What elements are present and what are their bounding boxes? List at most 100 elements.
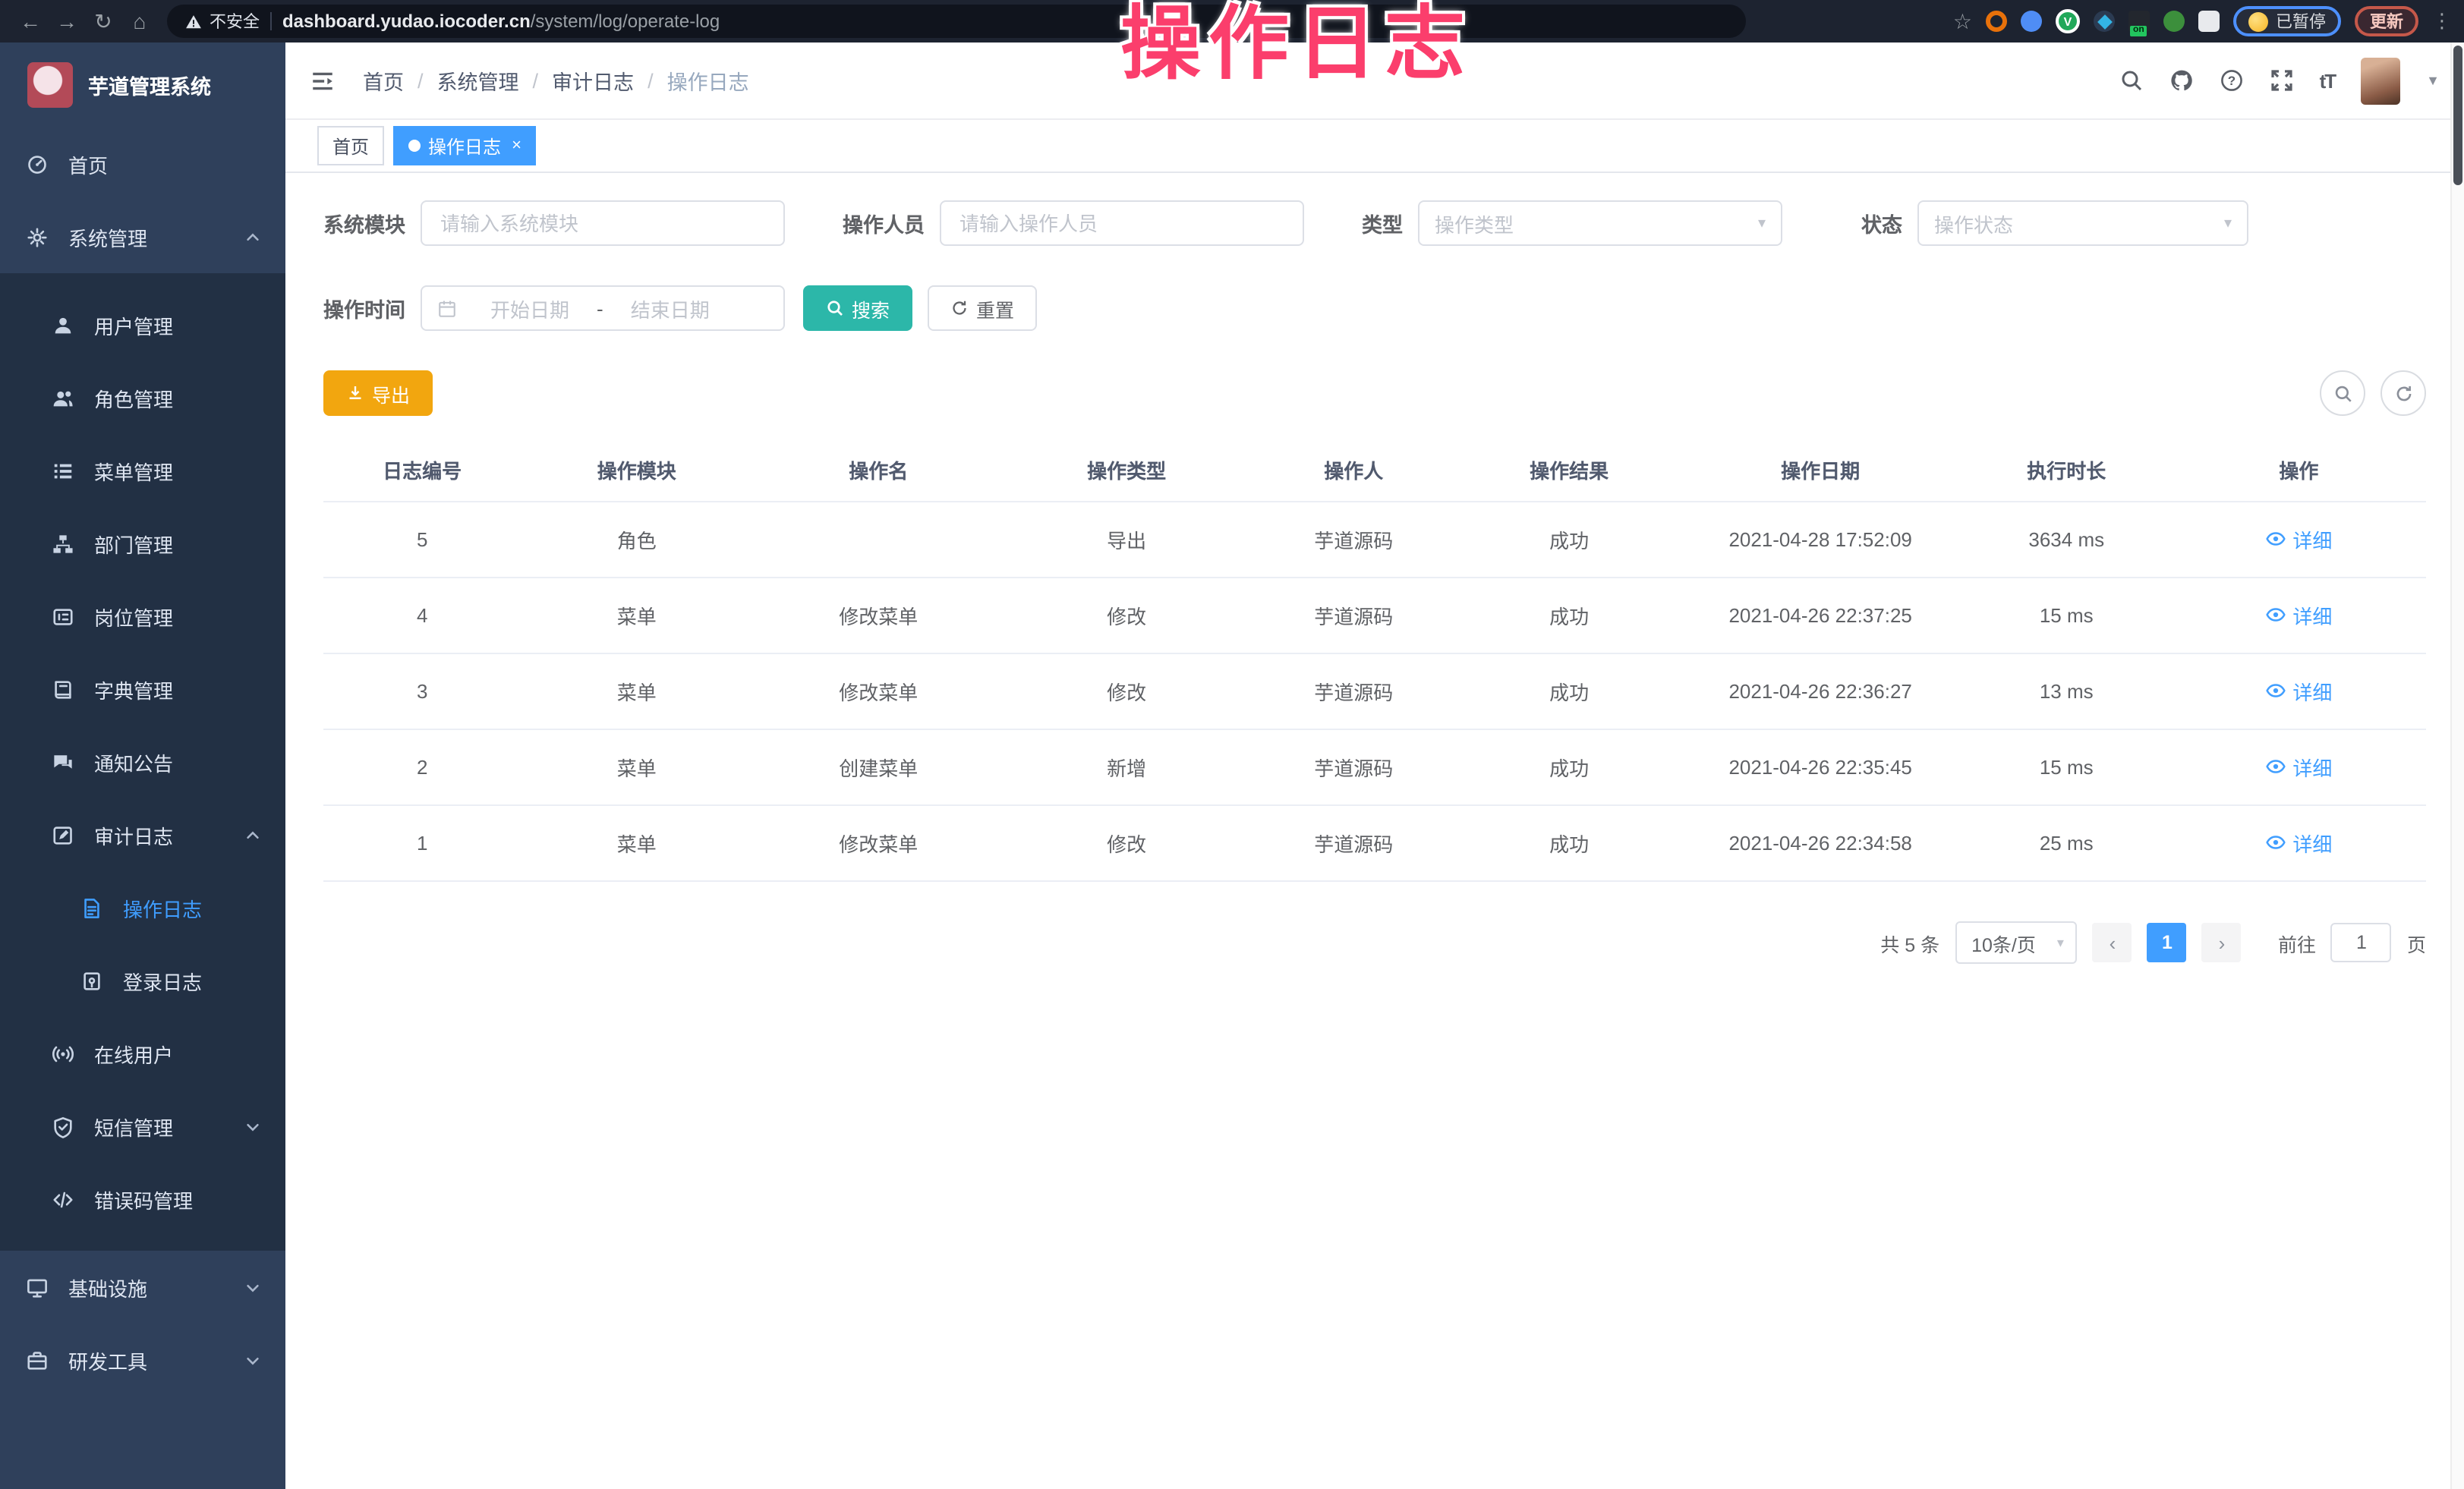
sidebar-item-label: 通知公告 — [94, 748, 173, 776]
browser-address-bar[interactable]: 不安全 dashboard.yudao.iocoder.cn/system/lo… — [167, 5, 1746, 38]
sidebar-item-error-code-management[interactable]: 错误码管理 — [0, 1163, 285, 1236]
extension-orange-icon[interactable] — [1986, 11, 2007, 32]
dev-tools-icon — [26, 1349, 49, 1371]
breadcrumb-item[interactable]: 审计日志 — [552, 65, 634, 96]
operator-input[interactable] — [940, 200, 1304, 246]
detail-link[interactable]: 详细 — [2265, 829, 2332, 858]
chrome-update-button[interactable]: 更新 — [2355, 6, 2418, 36]
cell-id: 3 — [323, 653, 521, 729]
fullscreen-icon[interactable] — [2270, 68, 2294, 93]
sidebar-item-dict-management[interactable]: 字典管理 — [0, 653, 285, 726]
browser-forward-button[interactable]: → — [49, 3, 85, 39]
extension-pin-icon[interactable] — [2021, 11, 2042, 32]
search-button[interactable]: 搜索 — [803, 285, 912, 331]
avatar-caret-down-icon[interactable]: ▼ — [2426, 73, 2440, 88]
search-icon — [826, 299, 844, 317]
cell-operator: 芋道源码 — [1249, 729, 1459, 805]
profile-paused-pill[interactable]: 已暂停 — [2233, 6, 2341, 36]
toggle-search-button[interactable] — [2320, 370, 2365, 416]
scrollbar-thumb[interactable] — [2453, 46, 2462, 185]
extension-gem-icon[interactable] — [2094, 11, 2115, 32]
sidebar-item-audit-log[interactable]: 审计日志 — [0, 798, 285, 871]
scrollbar[interactable] — [2450, 42, 2464, 1489]
cell-duration: 15 ms — [1961, 729, 2172, 805]
sidebar-item-label: 基础设施 — [68, 1273, 147, 1302]
user-avatar[interactable] — [2361, 57, 2400, 104]
bookmark-star-icon[interactable]: ☆ — [1953, 8, 1972, 34]
browser-toolbar-right: ☆ V on 已暂停 更新 ⋮ — [1953, 6, 2452, 36]
app-logo-image — [27, 62, 73, 108]
browser-menu-icon[interactable]: ⋮ — [2432, 9, 2452, 33]
page-url[interactable]: dashboard.yudao.iocoder.cn/system/log/op… — [282, 11, 720, 32]
module-label: 系统模块 — [323, 208, 405, 238]
annotation-title: 操作日志 — [1120, 5, 1473, 85]
sidebar-item-infrastructure[interactable]: 基础设施 — [0, 1251, 285, 1324]
browser-back-button[interactable]: ← — [12, 3, 49, 39]
github-icon[interactable] — [2169, 68, 2194, 93]
current-page-button[interactable]: 1 — [2147, 923, 2187, 962]
audit-log-icon — [52, 823, 74, 846]
breadcrumb-item[interactable]: 系统管理 — [437, 65, 519, 96]
detail-link[interactable]: 详细 — [2265, 525, 2332, 554]
cell-duration: 3634 ms — [1961, 502, 2172, 578]
sidebar-item-home[interactable]: 首页 — [0, 127, 285, 200]
collapse-sidebar-icon[interactable] — [310, 68, 336, 93]
not-secure-warning[interactable]: 不安全 — [185, 9, 260, 33]
sidebar-item-login-log[interactable]: 登录日志 — [0, 944, 285, 1017]
breadcrumb-item[interactable]: 首页 — [363, 65, 404, 96]
update-label: 更新 — [2370, 9, 2403, 33]
help-icon[interactable]: ? — [2220, 68, 2244, 93]
prev-page-button[interactable]: ‹ — [2093, 923, 2132, 962]
extensions-puzzle-icon[interactable] — [2198, 11, 2220, 32]
sidebar-logo-row[interactable]: 芋道管理系统 — [0, 42, 285, 127]
home-icon — [26, 153, 49, 175]
cell-date: 2021-04-26 22:35:45 — [1680, 729, 1961, 805]
status-select[interactable]: 操作状态 ▾ — [1917, 200, 2248, 246]
detail-link[interactable]: 详细 — [2265, 601, 2332, 630]
goto-page-input[interactable] — [2331, 923, 2392, 962]
module-input[interactable] — [421, 200, 785, 246]
extension-stack-icon[interactable]: on — [2128, 11, 2150, 32]
search-icon[interactable] — [2119, 68, 2144, 93]
sidebar-item-post-management[interactable]: 岗位管理 — [0, 580, 285, 653]
type-select[interactable]: 操作类型 ▾ — [1418, 200, 1782, 246]
extension-v-icon[interactable]: V — [2056, 9, 2080, 33]
detail-link[interactable]: 详细 — [2265, 753, 2332, 782]
cell-result: 成功 — [1459, 502, 1680, 578]
tab-首页[interactable]: 首页 — [317, 126, 384, 165]
export-button[interactable]: 导出 — [323, 370, 433, 416]
detail-link[interactable]: 详细 — [2265, 677, 2332, 706]
paused-label: 已暂停 — [2276, 9, 2326, 33]
tab-操作日志[interactable]: 操作日志× — [393, 126, 537, 165]
sidebar-item-dev-tools[interactable]: 研发工具 — [0, 1324, 285, 1396]
detail-link-label: 详细 — [2292, 601, 2332, 630]
close-tab-icon[interactable]: × — [512, 137, 521, 155]
sidebar-item-notice[interactable]: 通知公告 — [0, 726, 285, 798]
sidebar-item-role-management[interactable]: 角色管理 — [0, 361, 285, 434]
sidebar-item-online-user[interactable]: 在线用户 — [0, 1017, 285, 1090]
cell-id: 5 — [323, 502, 521, 578]
eye-icon — [2265, 529, 2286, 550]
sidebar-menu-top: 首页系统管理 — [0, 127, 285, 273]
browser-home-button[interactable]: ⌂ — [121, 3, 158, 39]
sidebar-item-sms-management[interactable]: 短信管理 — [0, 1090, 285, 1163]
reset-button[interactable]: 重置 — [928, 285, 1037, 331]
refresh-table-button[interactable] — [2381, 370, 2426, 416]
sidebar-item-system-management[interactable]: 系统管理 — [0, 200, 285, 273]
page-size-select[interactable]: 10条/页 ▾ — [1955, 921, 2078, 964]
sidebar-item-label: 角色管理 — [94, 383, 173, 412]
font-size-icon[interactable]: tT — [2320, 69, 2336, 92]
date-range-picker[interactable]: 开始日期 - 结束日期 — [421, 285, 785, 331]
page-size-value: 10条/页 — [1971, 928, 2036, 957]
breadcrumb-separator: / — [417, 69, 424, 92]
sidebar-item-operate-log[interactable]: 操作日志 — [0, 871, 285, 944]
sidebar-item-menu-management[interactable]: 菜单管理 — [0, 434, 285, 507]
online-user-icon — [52, 1042, 74, 1065]
cell-type: 修改 — [1004, 653, 1248, 729]
next-page-button[interactable]: › — [2202, 923, 2242, 962]
browser-reload-button[interactable]: ↻ — [85, 3, 121, 39]
sidebar-item-user-management[interactable]: 用户管理 — [0, 288, 285, 361]
sidebar-item-label: 系统管理 — [68, 222, 147, 251]
sidebar-item-dept-management[interactable]: 部门管理 — [0, 507, 285, 580]
extension-leaf-icon[interactable] — [2163, 11, 2185, 32]
